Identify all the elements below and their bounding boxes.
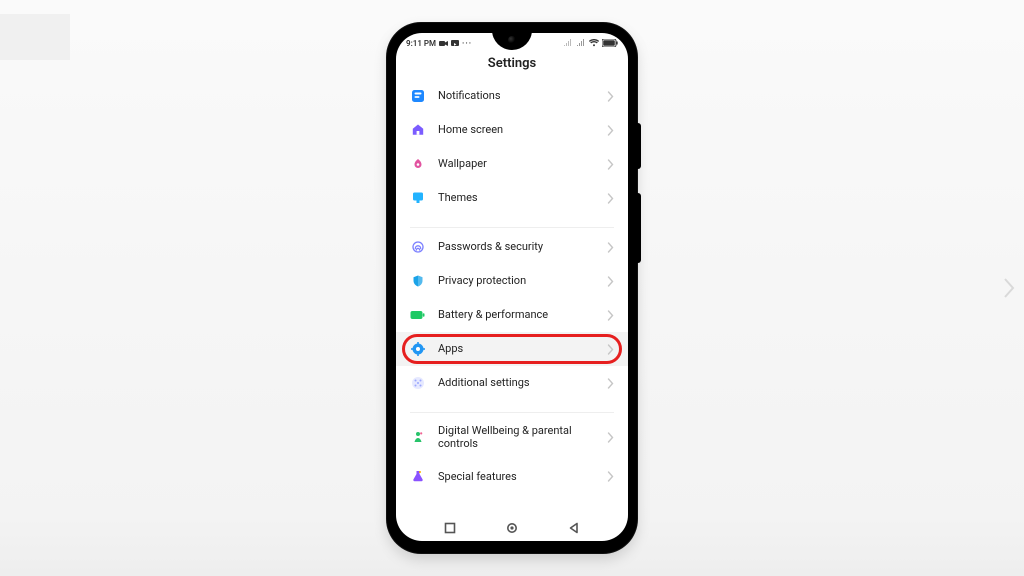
signal-icon-2 [576, 39, 586, 47]
chevron-right-icon [607, 242, 614, 253]
settings-row-additional[interactable]: Additional settings [396, 366, 628, 400]
battery-icon [410, 307, 426, 323]
section-gap [396, 400, 628, 410]
settings-row-wallpaper[interactable]: Wallpaper [396, 147, 628, 181]
wifi-icon [589, 39, 599, 47]
row-label: Notifications [438, 89, 595, 102]
phone-volume-button [637, 123, 641, 169]
settings-row-battery[interactable]: Battery & performance [396, 298, 628, 332]
settings-row-passwords-security[interactable]: Passwords & security [396, 230, 628, 264]
themes-icon [410, 190, 426, 206]
row-label: Themes [438, 191, 595, 204]
chevron-right-icon [607, 193, 614, 204]
settings-row-privacy[interactable]: Privacy protection [396, 264, 628, 298]
row-label: Privacy protection [438, 274, 595, 287]
row-label: Wallpaper [438, 157, 595, 170]
system-nav-bar [396, 515, 628, 541]
settings-list: Notifications Home screen Wallpaper Themes P… [396, 79, 628, 515]
more-indicator: ··· [462, 39, 472, 48]
screen-icon [451, 40, 459, 47]
notifications-icon [410, 88, 426, 104]
page-title: Settings [396, 53, 628, 79]
chevron-right-icon [607, 471, 614, 482]
settings-row-wellbeing[interactable]: Digital Wellbeing & parental controls [396, 415, 628, 459]
row-label: Apps [438, 342, 595, 355]
home-icon [410, 122, 426, 138]
settings-row-themes[interactable]: Themes [396, 181, 628, 215]
phone-frame: 9:11 PM ··· [387, 23, 637, 553]
settings-row-home-screen[interactable]: Home screen [396, 113, 628, 147]
row-label: Battery & performance [438, 308, 595, 321]
row-label: Home screen [438, 123, 595, 136]
section-gap [396, 215, 628, 225]
nav-recent-button[interactable] [443, 521, 457, 535]
settings-row-apps[interactable]: Apps [396, 332, 628, 366]
nav-home-button[interactable] [505, 521, 519, 535]
flask-icon [410, 468, 426, 484]
phone-screen: 9:11 PM ··· [396, 33, 628, 541]
divider [410, 227, 614, 228]
chevron-right-icon [607, 432, 614, 443]
shield-icon [410, 273, 426, 289]
phone-power-button [637, 193, 641, 263]
carousel-next-button[interactable] [1000, 273, 1018, 303]
row-label: Passwords & security [438, 240, 595, 253]
chevron-right-icon [607, 91, 614, 102]
battery-icon [602, 39, 618, 47]
camera-icon [439, 40, 448, 47]
row-label: Additional settings [438, 376, 595, 389]
chevron-right-icon [607, 378, 614, 389]
chevron-right-icon [607, 159, 614, 170]
decorative-panel [0, 14, 70, 60]
divider [410, 412, 614, 413]
signal-icon [563, 39, 573, 47]
settings-row-notifications[interactable]: Notifications [396, 79, 628, 113]
row-label: Special features [438, 470, 595, 483]
settings-row-special[interactable]: Special features [396, 459, 628, 493]
fingerprint-icon [410, 239, 426, 255]
wellbeing-icon [410, 429, 426, 445]
chevron-right-icon [607, 310, 614, 321]
status-time: 9:11 PM [406, 39, 436, 48]
chevron-right-icon [607, 344, 614, 355]
row-label: Digital Wellbeing & parental controls [438, 424, 595, 450]
chevron-right-icon [607, 125, 614, 136]
nav-back-button[interactable] [567, 521, 581, 535]
gear-icon [410, 341, 426, 357]
chevron-right-icon [607, 276, 614, 287]
dots-grid-icon [410, 375, 426, 391]
wallpaper-icon [410, 156, 426, 172]
